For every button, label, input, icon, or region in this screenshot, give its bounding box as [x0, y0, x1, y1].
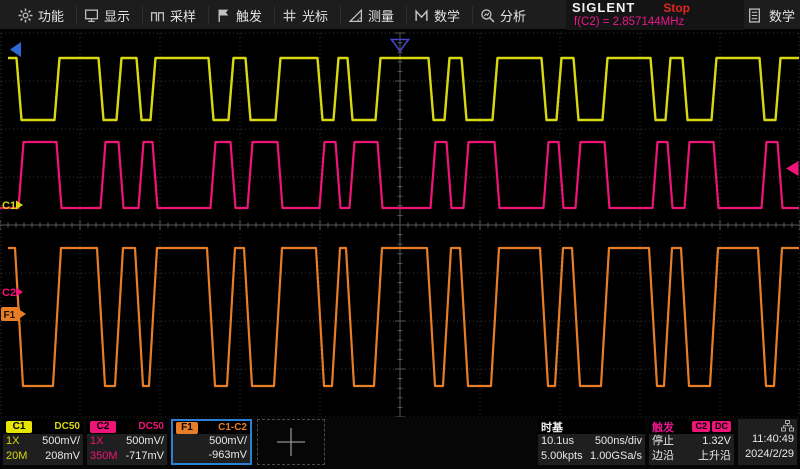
c2-zero-label[interactable]: C2	[2, 287, 16, 299]
menu-acquire[interactable]: 采样	[150, 0, 196, 30]
brand-logo: SIGLENT	[572, 0, 636, 15]
menu-separator	[472, 6, 473, 24]
plus-icon	[277, 428, 305, 456]
run-state-indicator[interactable]: Stop	[663, 1, 690, 15]
f1-offset: -963mV	[208, 449, 247, 461]
trace-f1	[8, 246, 799, 388]
cursor-icon	[283, 9, 296, 21]
c1-badge: C1	[6, 420, 32, 433]
top-menu-bar: 功能 显示 采样 触发 光标 测量 数学 分析 SIGLENT Stop f(C…	[0, 0, 800, 30]
acquire-icon	[150, 11, 165, 21]
menu-label: 触发	[236, 8, 263, 24]
gear-icon	[18, 8, 33, 22]
c2-zero-arrow-icon	[16, 287, 23, 297]
math-f1-descriptor[interactable]: F1 C1-C2 500mV/ -963mV	[171, 419, 252, 465]
trace-c1	[8, 56, 799, 122]
trigger-source-badge: C2	[692, 421, 710, 432]
c2-badge: C2	[90, 420, 116, 433]
status-bar: C1 DC50 1X 500mV/ 20M 208mV C2 DC50 1X 500m…	[0, 417, 800, 469]
menu-cursor[interactable]: 光标	[282, 0, 328, 30]
f1-zero-label: F1	[4, 310, 16, 321]
trigger-coupling-badge: DC	[712, 421, 731, 432]
menu-math-shortcut[interactable]: 数学	[748, 0, 795, 30]
c1-probe: 1X	[6, 435, 20, 447]
timebase-scale: 500ns/div	[594, 435, 642, 447]
menu-label: 功能	[38, 8, 65, 24]
trigger-type: 边沿	[652, 450, 674, 462]
c2-probe: 1X	[90, 435, 104, 447]
menu-separator	[208, 6, 209, 24]
menu-math[interactable]: 数学	[414, 0, 460, 30]
math-icon	[415, 8, 428, 21]
c1-coupling: DC50	[54, 421, 80, 432]
notes-icon	[749, 7, 760, 23]
clock-time: 11:40:49	[751, 433, 794, 445]
analysis-icon	[481, 8, 495, 22]
trigger-level: 1.32V	[702, 435, 731, 447]
menu-label: 采样	[170, 8, 197, 24]
c1-scale: 500mV/	[42, 435, 80, 447]
trigger-frequency-readout: f(C2) = 2.857144MHz	[574, 16, 685, 28]
menu-label: 数学	[434, 8, 461, 24]
measure-icon	[348, 8, 363, 22]
network-icon	[781, 420, 794, 432]
datetime-box[interactable]: 11:40:49 2024/2/29	[738, 419, 797, 465]
menu-label: 显示	[104, 8, 131, 24]
channel-c1-descriptor[interactable]: C1 DC50 1X 500mV/ 20M 208mV	[3, 419, 83, 465]
menu-display[interactable]: 显示	[84, 0, 130, 30]
menu-analysis[interactable]: 分析	[480, 0, 526, 30]
timebase-points: 5.00kpts	[541, 450, 583, 462]
timebase-samplerate: 1.00GSa/s	[590, 450, 642, 462]
brand-status-block: SIGLENT Stop f(C2) = 2.857144MHz	[566, 0, 744, 30]
f1-expression: C1-C2	[218, 422, 247, 433]
c2-offset: -717mV	[125, 450, 164, 462]
menu-label: 分析	[500, 8, 527, 24]
timebase-title: 时基	[541, 421, 563, 434]
c1-bandwidth: 20M	[6, 450, 28, 462]
trigger-level-marker[interactable]	[786, 161, 799, 176]
menu-separator	[406, 6, 407, 24]
channel-c2-descriptor[interactable]: C2 DC50 1X 500mV/ 350M -717mV	[87, 419, 167, 465]
menu-label: 数学	[769, 8, 796, 24]
menu-label: 测量	[368, 8, 395, 24]
empty-channel-slot[interactable]	[257, 419, 325, 465]
c1-zero-label[interactable]: C1	[2, 200, 16, 212]
horizontal-delay-marker[interactable]	[10, 42, 21, 57]
menu-separator	[340, 6, 341, 24]
trigger-state: 停止	[652, 435, 674, 447]
menu-trigger[interactable]: 触发	[216, 0, 262, 30]
display-icon	[84, 9, 99, 22]
menu-function[interactable]: 功能	[18, 0, 64, 30]
waveform-display-area[interactable]: C1 C2 F1	[0, 0, 800, 469]
timebase-descriptor[interactable]: 时基 10.1us 500ns/div 5.00kpts 1.00GSa/s	[538, 419, 645, 465]
oscilloscope-screen: { "menu": { "items": [ {"label": "功能", "…	[0, 0, 800, 469]
c2-coupling: DC50	[138, 421, 164, 432]
menu-separator	[76, 6, 77, 24]
f1-scale: 500mV/	[209, 435, 247, 447]
trigger-title: 触发	[652, 421, 674, 434]
c1-offset: 208mV	[45, 450, 80, 462]
flag-icon	[218, 9, 229, 22]
menu-separator	[274, 6, 275, 24]
clock-date: 2024/2/29	[745, 448, 794, 460]
f1-badge: F1	[176, 421, 198, 434]
trigger-slope: 上升沿	[698, 450, 731, 462]
c2-bandwidth: 350M	[90, 450, 118, 462]
menu-measure[interactable]: 测量	[348, 0, 394, 30]
c2-scale: 500mV/	[126, 435, 164, 447]
trigger-descriptor[interactable]: 触发 C2 DC 停止 1.32V 边沿 上升沿	[649, 419, 734, 465]
menu-separator	[142, 6, 143, 24]
timebase-delay: 10.1us	[541, 435, 575, 447]
menu-label: 光标	[302, 8, 329, 24]
f1-zero-arrow-icon	[20, 310, 26, 318]
